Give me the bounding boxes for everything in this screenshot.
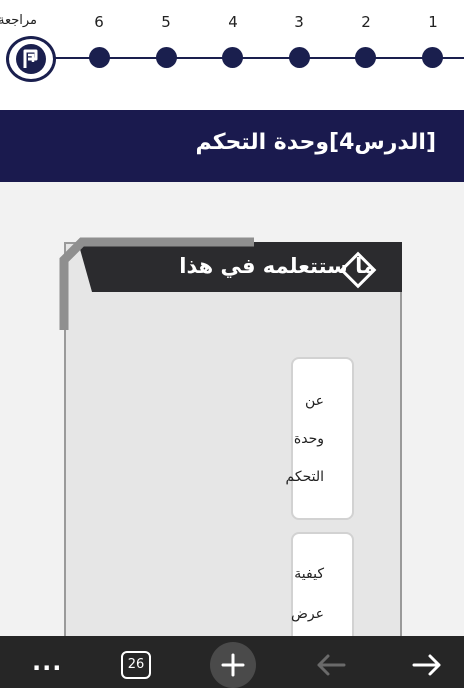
step-1-dot[interactable] (422, 47, 443, 68)
forward-arrow-icon[interactable] (410, 652, 444, 678)
corner-accent-decoration (59, 237, 254, 330)
flag-icon (16, 44, 46, 74)
step-4-dot[interactable] (222, 47, 243, 68)
lesson-progress-stepper: مراجعة 6 5 4 3 2 1 (0, 0, 464, 110)
step-1-label: 1 (428, 13, 438, 31)
review-step-badge[interactable] (6, 36, 56, 82)
objective-line: التحكم (285, 469, 324, 485)
lesson-header: [الدرس4]وحدة التحكم (0, 110, 464, 182)
step-3-dot[interactable] (289, 47, 310, 68)
objective-line: عن (304, 393, 324, 409)
objective-line: وحدة (293, 431, 324, 447)
objective-line: عرض (290, 606, 324, 622)
review-step-label: مراجعة (0, 13, 38, 28)
progress-track (50, 57, 464, 59)
tab-switcher-button[interactable]: 26 (121, 651, 151, 679)
step-5-label: 5 (161, 13, 171, 31)
step-6-dot[interactable] (89, 47, 110, 68)
step-2-dot[interactable] (355, 47, 376, 68)
step-4-label: 4 (228, 13, 238, 31)
lesson-title: [الدرس4]وحدة التحكم (195, 130, 436, 155)
objective-line: كيفية (294, 566, 324, 582)
new-tab-button[interactable] (210, 642, 256, 688)
step-5-dot[interactable] (156, 47, 177, 68)
more-options-button[interactable]: ... (32, 648, 62, 676)
step-6-label: 6 (94, 13, 104, 31)
step-2-label: 2 (361, 13, 371, 31)
plus-icon (221, 653, 245, 677)
step-3-label: 3 (294, 13, 304, 31)
back-arrow-icon[interactable] (314, 652, 348, 678)
objective-item[interactable]: عن وحدة التحكم (286, 357, 354, 520)
